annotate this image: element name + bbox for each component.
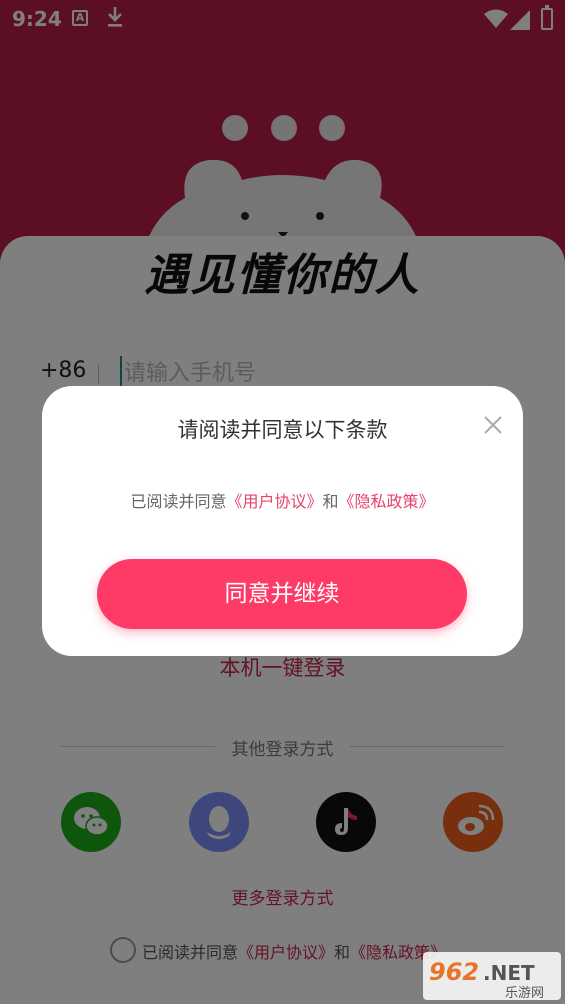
agree-continue-button[interactable]: 同意并继续: [97, 559, 467, 629]
dialog-and: 和: [322, 492, 339, 511]
dialog-user-agreement-link[interactable]: 《用户协议》: [226, 492, 322, 511]
site-watermark-logo: 962 .NET 乐游网: [423, 952, 561, 1000]
dialog-privacy-policy-link[interactable]: 《隐私政策》: [339, 492, 435, 511]
terms-dialog: 请阅读并同意以下条款 已阅读并同意《用户协议》和《隐私政策》 同意并继续: [42, 386, 523, 656]
svg-text:.NET: .NET: [483, 961, 535, 985]
dialog-message: 已阅读并同意《用户协议》和《隐私政策》: [42, 488, 523, 512]
dialog-message-prefix: 已阅读并同意: [130, 492, 227, 511]
svg-text:962: 962: [429, 958, 479, 986]
close-icon[interactable]: [480, 412, 506, 438]
svg-text:乐游网: 乐游网: [505, 986, 544, 1000]
dialog-title: 请阅读并同意以下条款: [177, 418, 388, 442]
